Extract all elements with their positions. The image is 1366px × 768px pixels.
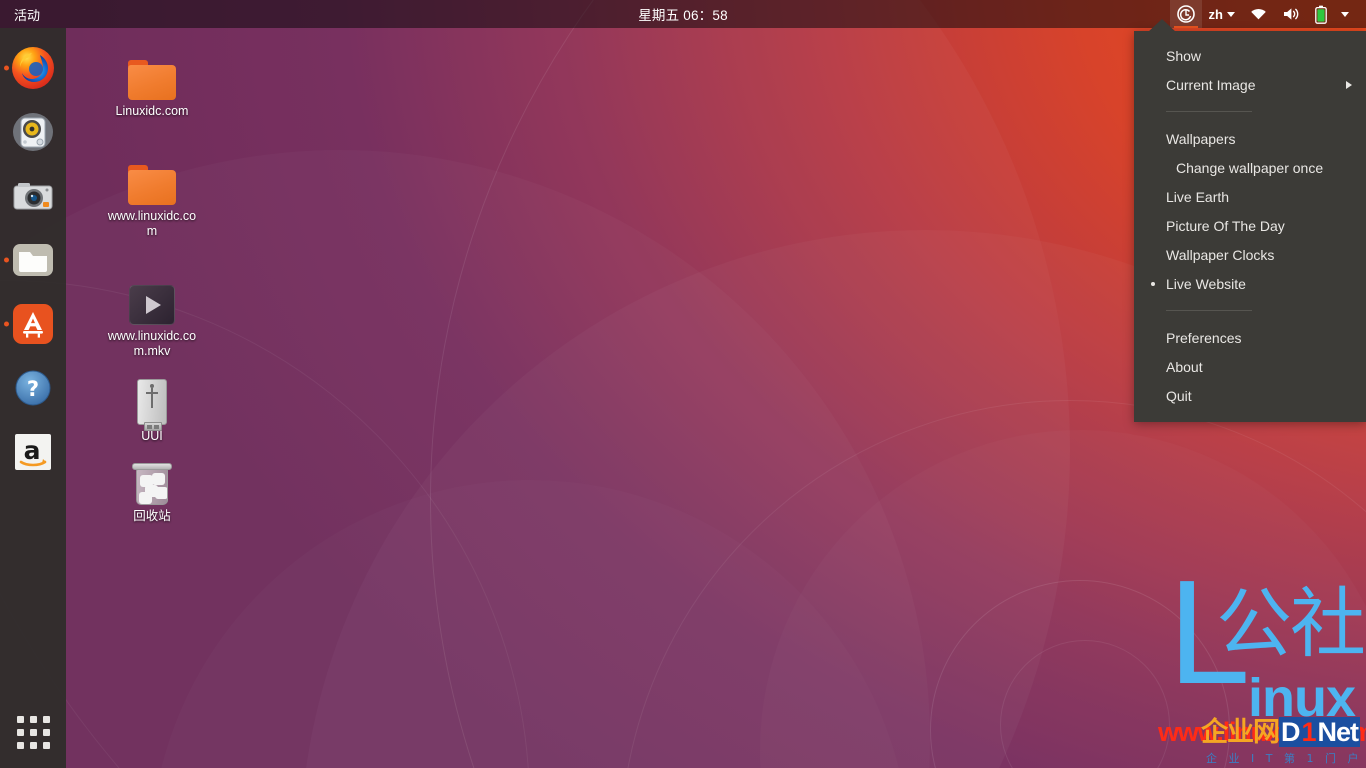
menu-item-picture-of-the-day[interactable]: Picture Of The Day — [1134, 211, 1366, 240]
usb-drive-icon — [104, 373, 200, 431]
menu-item-label: Wallpapers — [1166, 130, 1236, 147]
menu-item-wallpaper-clocks[interactable]: Wallpaper Clocks — [1134, 240, 1366, 269]
system-tray: zh — [1169, 0, 1366, 28]
desktop-icon-label: Linuxidc.com — [115, 104, 189, 118]
firefox-icon — [10, 45, 56, 91]
desktop-icon-label: www.linuxidc.com — [107, 209, 197, 238]
menu-item-label: Live Website — [1166, 275, 1246, 292]
tray-system-menu[interactable] — [1334, 0, 1356, 28]
menu-item-about[interactable]: About — [1134, 352, 1366, 381]
selected-bullet-icon — [1151, 281, 1155, 286]
menu-item-label: About — [1166, 358, 1203, 375]
menu-item-label: Preferences — [1166, 329, 1242, 346]
svg-text:?: ? — [27, 377, 39, 401]
running-indicator-dot — [4, 257, 9, 263]
menu-item-label: Quit — [1166, 387, 1192, 404]
volume-speaker-icon — [1284, 8, 1299, 20]
desktop-icon-folder-2[interactable]: www.linuxidc.com — [104, 153, 200, 239]
camera-icon — [10, 173, 56, 219]
battery-full-icon — [1315, 5, 1327, 24]
wallpaper-changer-menu: Show Current Image Wallpapers Change wal… — [1134, 31, 1366, 422]
dock-item-files[interactable] — [0, 228, 66, 292]
menu-item-label: Change wallpaper once — [1176, 159, 1324, 176]
tray-volume[interactable] — [1275, 0, 1308, 28]
menu-item-change-wallpaper-once[interactable]: Change wallpaper once — [1134, 153, 1366, 182]
music-player-icon — [10, 109, 56, 155]
dock-item-firefox[interactable] — [0, 36, 66, 100]
activities-button[interactable]: 活动 — [0, 0, 52, 28]
menu-item-live-earth[interactable]: Live Earth — [1134, 182, 1366, 211]
show-applications-button[interactable] — [0, 704, 66, 760]
menu-separator — [1166, 310, 1252, 311]
tray-language-selector[interactable]: zh — [1202, 0, 1242, 28]
desktop-icon-usb-drive[interactable]: UUI — [104, 373, 200, 444]
folder-icon — [104, 153, 200, 205]
desktop-icon-folder-1[interactable]: Linuxidc.com — [104, 48, 200, 119]
menu-item-label: Show — [1166, 47, 1202, 64]
chevron-down-icon — [1341, 11, 1349, 17]
ubuntu-software-icon — [10, 301, 56, 347]
chevron-right-icon — [1346, 80, 1352, 89]
tray-battery[interactable] — [1308, 0, 1334, 28]
desktop-icon-label: 回收站 — [133, 509, 171, 523]
menu-item-live-website[interactable]: Live Website — [1134, 269, 1366, 298]
menu-item-preferences[interactable]: Preferences — [1134, 323, 1366, 352]
desktop-icon-label: UUI — [141, 429, 163, 443]
amazon-icon: a — [10, 429, 56, 475]
help-question-icon: ? — [10, 365, 56, 411]
desktop-screen: Linuxidc.com www.linuxidc.com www.linuxi… — [0, 0, 1366, 768]
menu-item-label: Picture Of The Day — [1166, 217, 1285, 234]
dock-item-rhythmbox[interactable] — [0, 100, 66, 164]
svg-text:a: a — [24, 436, 41, 465]
dock-item-cheese[interactable] — [0, 164, 66, 228]
file-manager-icon — [10, 237, 56, 283]
language-label: zh — [1208, 6, 1223, 22]
running-indicator-dot — [4, 65, 9, 71]
dock-item-ubuntu-software[interactable] — [0, 292, 66, 356]
chevron-down-icon — [1227, 11, 1235, 17]
menu-item-show[interactable]: Show — [1134, 41, 1366, 70]
menu-item-label: Live Earth — [1166, 188, 1230, 205]
menu-item-label: Wallpaper Clocks — [1166, 246, 1275, 263]
wallpaper-changer-icon — [1176, 5, 1195, 23]
desktop-icon-trash[interactable]: 回收站 — [104, 453, 200, 524]
wifi-icon — [1251, 8, 1266, 20]
dock-item-help[interactable]: ? — [0, 356, 66, 420]
menu-item-label: Current Image — [1166, 76, 1256, 93]
menu-pointer-arrow — [1148, 19, 1176, 32]
trash-icon — [104, 453, 200, 505]
menu-separator — [1166, 111, 1252, 112]
video-file-icon — [104, 273, 200, 325]
launcher-dock[interactable]: ? a — [0, 28, 66, 768]
menu-item-wallpapers[interactable]: Wallpapers — [1134, 124, 1366, 153]
menu-item-current-image[interactable]: Current Image — [1134, 70, 1366, 99]
desktop-icon-label: www.linuxidc.com.mkv — [107, 329, 197, 358]
app-grid-icon — [16, 715, 50, 749]
desktop-icon-video[interactable]: www.linuxidc.com.mkv — [104, 273, 200, 359]
dock-item-amazon[interactable]: a — [0, 420, 66, 484]
running-indicator-dot — [4, 321, 9, 327]
menu-item-quit[interactable]: Quit — [1134, 381, 1366, 410]
tray-network[interactable] — [1242, 0, 1275, 28]
folder-icon — [104, 48, 200, 100]
